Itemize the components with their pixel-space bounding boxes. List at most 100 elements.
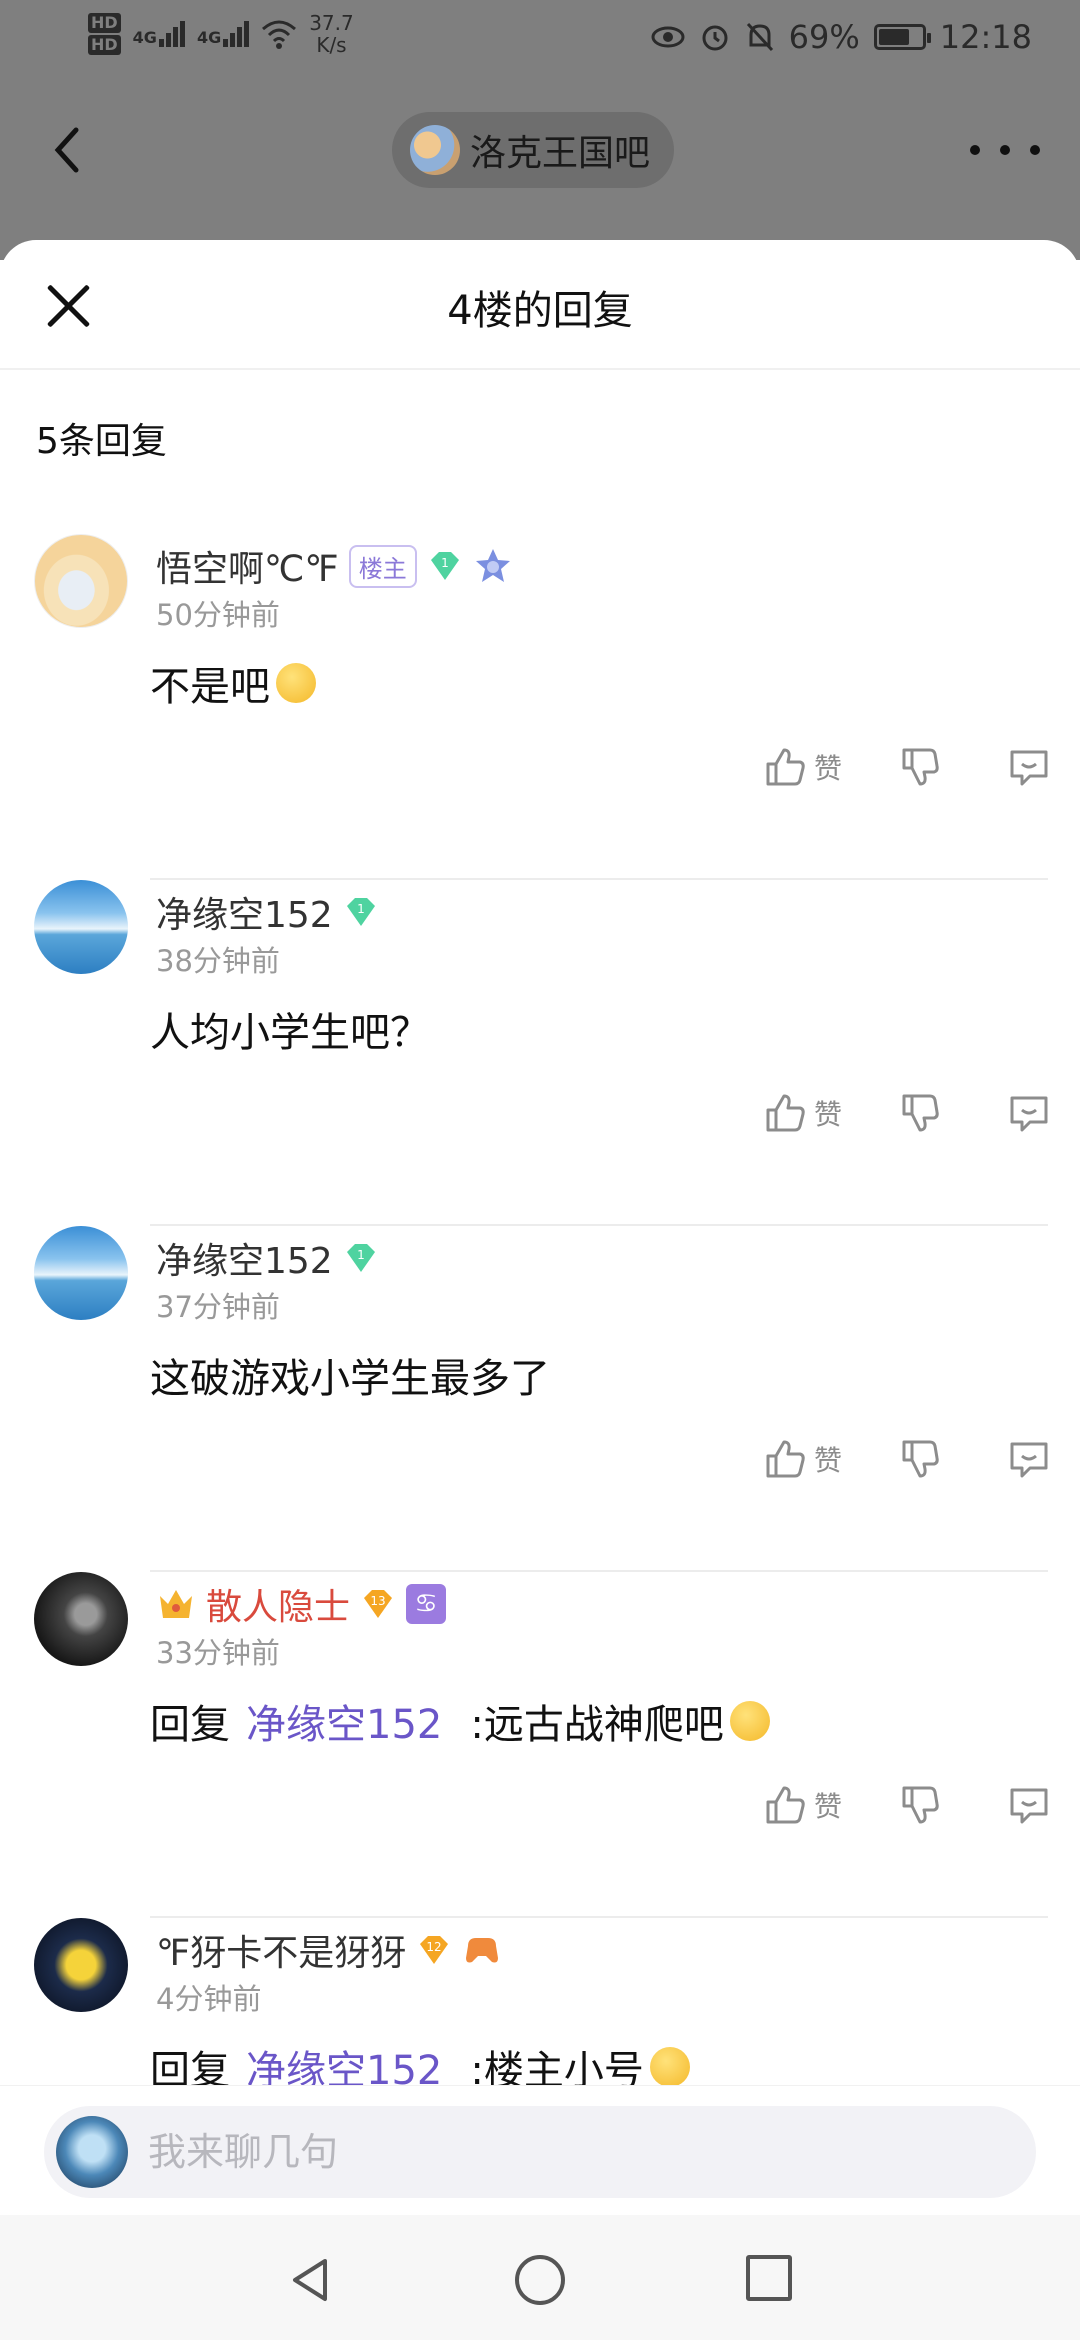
emoji-icon — [649, 2047, 690, 2087]
reply-content[interactable]: 这破游戏小学生最多了 — [150, 1346, 550, 1404]
like-label: 赞 — [813, 1790, 842, 1823]
hd-icon: HD HD — [88, 12, 121, 56]
like-button[interactable]: 赞 — [762, 1436, 842, 1482]
like-button[interactable]: 赞 — [762, 1782, 842, 1828]
reply-time: 38分钟前 — [156, 944, 280, 978]
thumbs-up-icon — [766, 1786, 805, 1824]
forum-avatar — [410, 125, 460, 175]
mention-link[interactable]: 净缘空152 — [246, 1692, 442, 1750]
avatar[interactable] — [34, 880, 128, 974]
comment-button[interactable] — [1006, 1782, 1052, 1828]
reply-prefix: 回复 — [150, 2048, 230, 2088]
reply-count: 5条回复 — [36, 421, 167, 462]
comment-bubble-icon — [1010, 750, 1048, 786]
dislike-button[interactable] — [898, 1782, 944, 1828]
svg-text:1: 1 — [441, 556, 449, 570]
reply-text: 不是吧 — [150, 664, 270, 710]
alarm-icon — [702, 25, 728, 51]
battery-percent: 69% — [788, 18, 860, 56]
my-avatar — [56, 2116, 128, 2188]
mention-link[interactable]: 净缘空152 — [246, 2038, 442, 2088]
reply-content[interactable]: 回复 净缘空152 :远古战神爬吧 — [150, 1692, 770, 1750]
username[interactable]: 净缘空152 — [156, 1232, 333, 1284]
reply-item: 散人隐士 13 ♋ 33分钟前 回复 净缘空152 :远古战神爬吧 赞 — [0, 1572, 1080, 1918]
star-badge-icon — [475, 549, 510, 582]
level-gem-icon: 1 — [430, 552, 459, 580]
reply-item: 净缘空152 1 38分钟前 人均小学生吧？ 赞 — [0, 880, 1080, 1226]
comment-input-bar — [0, 2085, 1080, 2215]
username[interactable]: 散人隐士 — [206, 1578, 350, 1630]
level-gem-icon: 13 — [364, 1590, 393, 1618]
reply-item: ℉犽卡不是犽犽 12 4分钟前 回复 净缘空152 :楼主小号 — [0, 1918, 1080, 2088]
reply-text: 这破游戏小学生最多了 — [150, 1356, 550, 1402]
avatar[interactable] — [34, 1572, 128, 1666]
thumbs-down-icon — [902, 1440, 939, 1478]
system-nav-bar — [0, 2215, 1080, 2340]
thumbs-up-icon — [766, 1440, 805, 1478]
username[interactable]: 净缘空152 — [156, 886, 333, 938]
reply-time: 4分钟前 — [156, 1982, 262, 2016]
thumbs-up-icon — [766, 1094, 805, 1132]
reply-content[interactable]: 不是吧 — [150, 654, 316, 712]
comment-button[interactable] — [1006, 1436, 1052, 1482]
reply-sheet: 4楼的回复 5条回复 悟空啊℃℉ 楼主 1 50分钟前 不是吧 赞 净缘空152… — [0, 240, 1080, 2340]
thumbs-down-icon — [902, 748, 939, 786]
forum-name: 洛克王国吧 — [470, 133, 651, 174]
comment-bubble-icon — [1010, 1442, 1048, 1478]
reply-item: 悟空啊℃℉ 楼主 1 50分钟前 不是吧 赞 — [0, 534, 1080, 880]
eye-icon — [651, 26, 685, 48]
emoji-icon — [729, 1701, 770, 1741]
sheet-title: 4楼的回复 — [447, 288, 633, 334]
mute-bell-icon — [746, 22, 773, 52]
dislike-button[interactable] — [898, 744, 944, 790]
thumbs-up-icon — [766, 748, 805, 786]
network-type-1: 4G — [132, 28, 157, 47]
avatar[interactable] — [34, 1226, 128, 1320]
signal-icon: 4G — [133, 21, 185, 47]
avatar[interactable] — [34, 1918, 128, 2012]
dislike-button[interactable] — [898, 1090, 944, 1136]
gamepad-badge-icon — [466, 1938, 499, 1963]
clock: 12:18 — [939, 18, 1032, 56]
dislike-button[interactable] — [898, 1436, 944, 1482]
comment-input-pill[interactable] — [44, 2106, 1036, 2198]
like-button[interactable]: 赞 — [762, 744, 842, 790]
level-gem-icon: 1 — [346, 1244, 375, 1272]
reply-text: 人均小学生吧？ — [150, 1010, 430, 1056]
reply-content[interactable]: 回复 净缘空152 :楼主小号 — [150, 2038, 690, 2088]
nav-recent-icon[interactable] — [746, 2255, 792, 2301]
comment-input[interactable] — [148, 2106, 1008, 2198]
level-gem-icon: 12 — [420, 1936, 449, 1964]
comment-button[interactable] — [1006, 1090, 1052, 1136]
like-button[interactable]: 赞 — [762, 1090, 842, 1136]
svg-text:13: 13 — [370, 1594, 385, 1608]
comment-button[interactable] — [1006, 744, 1052, 790]
reply-time: 37分钟前 — [156, 1290, 280, 1324]
nav-home-icon[interactable] — [515, 2255, 565, 2305]
status-bar: HD HD 4G 4G 37.7 K/s 69% 12:18 — [0, 0, 1080, 80]
signal-icon-2: 4G — [196, 21, 250, 47]
owner-badge: 楼主 — [348, 544, 417, 588]
comment-bubble-icon — [1010, 1788, 1048, 1824]
like-label: 赞 — [813, 1098, 842, 1131]
reply-content[interactable]: 人均小学生吧？ — [150, 1000, 430, 1058]
zodiac-cancer-icon: ♋ — [406, 1584, 447, 1624]
svg-text:1: 1 — [357, 1248, 365, 1262]
svg-text:12: 12 — [427, 1940, 442, 1954]
forum-name-pill[interactable]: 洛克王国吧 — [392, 112, 675, 188]
sheet-header: 4楼的回复 — [0, 240, 1080, 370]
battery-icon — [873, 24, 931, 50]
comment-bubble-icon — [1010, 1096, 1048, 1132]
thumbs-down-icon — [902, 1094, 939, 1132]
username[interactable]: 悟空啊℃℉ — [156, 540, 339, 592]
reply-time: 33分钟前 — [156, 1636, 280, 1670]
avatar[interactable] — [34, 534, 128, 628]
wifi-icon — [262, 20, 297, 49]
svg-text:1: 1 — [357, 902, 365, 916]
more-options-icon[interactable] — [970, 130, 1040, 170]
nav-back-icon[interactable] — [285, 2255, 335, 2305]
username[interactable]: ℉犽卡不是犽犽 — [156, 1924, 406, 1976]
level-gem-icon: 1 — [346, 898, 375, 926]
back-arrow-icon[interactable] — [40, 120, 100, 180]
network-type-2: 4G — [196, 28, 222, 47]
